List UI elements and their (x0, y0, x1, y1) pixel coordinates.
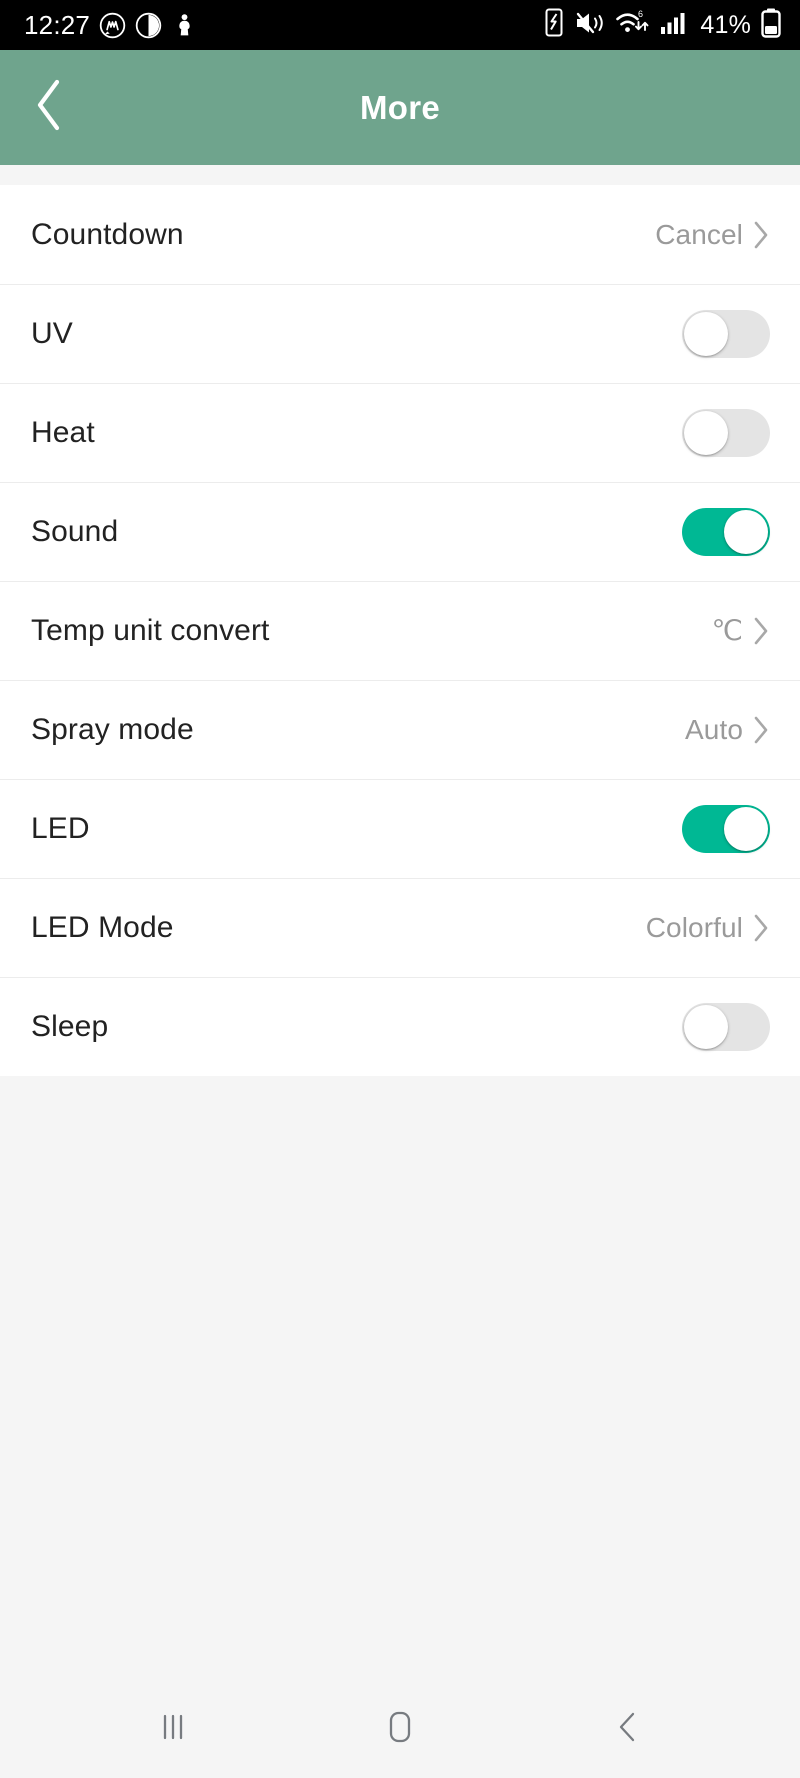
row-accessory (682, 309, 770, 358)
toggle-knob (684, 1004, 728, 1049)
mute-vibrate-icon (574, 9, 606, 42)
row-label: LED (31, 811, 90, 845)
row-accessory: Auto (685, 714, 770, 746)
chevron-right-icon (753, 715, 770, 745)
back-chevron-icon (32, 77, 66, 138)
chevron-right-icon (753, 220, 770, 250)
settings-row-led-mode[interactable]: LED Mode Colorful (0, 878, 800, 977)
row-accessory (682, 408, 770, 457)
led-toggle[interactable] (682, 804, 770, 853)
battery-percentage: 41% (700, 10, 751, 39)
settings-row-temp-unit-convert[interactable]: Temp unit convert ℃ (0, 581, 800, 680)
row-accessory (682, 507, 770, 556)
phone-screen: 12:27 6 41% More Countdown Cancel UV Hea… (0, 0, 800, 1778)
row-label: Heat (31, 415, 95, 449)
toggle-knob (684, 311, 728, 356)
settings-row-spray-mode[interactable]: Spray mode Auto (0, 680, 800, 779)
toggle-knob (724, 509, 768, 554)
settings-row-uv[interactable]: UV (0, 284, 800, 383)
home-icon (382, 1707, 418, 1752)
row-label: Spray mode (31, 712, 194, 746)
person-icon (171, 12, 198, 39)
settings-row-heat[interactable]: Heat (0, 383, 800, 482)
recents-icon (156, 1708, 190, 1751)
row-label: Sleep (31, 1009, 109, 1043)
page-title: More (359, 88, 441, 126)
row-value: Colorful (645, 911, 743, 943)
row-value: Auto (685, 713, 743, 745)
empty-area (0, 1076, 800, 1680)
home-button[interactable] (340, 1694, 460, 1764)
nfc-icon (543, 8, 565, 42)
settings-row-countdown[interactable]: Countdown Cancel (0, 185, 800, 284)
toggle-knob (724, 806, 768, 851)
row-value: ℃ (711, 615, 743, 646)
status-bar-right: 6 41% (543, 8, 782, 43)
row-accessory (682, 804, 770, 853)
moon-icon (135, 12, 162, 39)
status-bar: 12:27 6 41% (0, 0, 800, 50)
header-back-button[interactable] (18, 77, 80, 139)
row-value: Cancel (655, 218, 743, 250)
row-accessory: Cancel (655, 219, 770, 251)
sound-toggle[interactable] (682, 507, 770, 556)
back-button[interactable] (567, 1694, 687, 1764)
row-label: Sound (31, 514, 119, 548)
toggle-knob (684, 410, 728, 455)
settings-row-led[interactable]: LED (0, 779, 800, 878)
status-bar-clock: 12:27 (24, 10, 91, 40)
settings-row-sleep[interactable]: Sleep (0, 977, 800, 1076)
row-label: Countdown (31, 217, 184, 251)
system-nav-bar (0, 1680, 800, 1778)
row-label: LED Mode (31, 910, 174, 944)
whatsapp-icon (99, 12, 126, 39)
uv-toggle[interactable] (682, 309, 770, 358)
row-label: Temp unit convert (31, 613, 270, 647)
chevron-right-icon (753, 913, 770, 943)
row-accessory (682, 1002, 770, 1051)
row-accessory: Colorful (646, 912, 770, 944)
signal-icon (660, 9, 688, 42)
chevron-right-icon (753, 616, 770, 646)
heat-toggle[interactable] (682, 408, 770, 457)
row-label: UV (31, 316, 73, 350)
recents-button[interactable] (113, 1694, 233, 1764)
wifi-icon: 6 (615, 8, 651, 43)
svg-text:6: 6 (638, 9, 643, 19)
list-top-gap (0, 165, 800, 185)
battery-icon (760, 8, 782, 43)
settings-list: Countdown Cancel UV Heat Sound Temp unit… (0, 185, 800, 1076)
settings-row-sound[interactable]: Sound (0, 482, 800, 581)
row-accessory: ℃ (711, 614, 770, 647)
back-chevron-icon (612, 1707, 642, 1752)
status-bar-left: 12:27 (24, 12, 198, 39)
sleep-toggle[interactable] (682, 1002, 770, 1051)
app-header: More (0, 50, 800, 165)
page-content: Countdown Cancel UV Heat Sound Temp unit… (0, 165, 800, 1680)
